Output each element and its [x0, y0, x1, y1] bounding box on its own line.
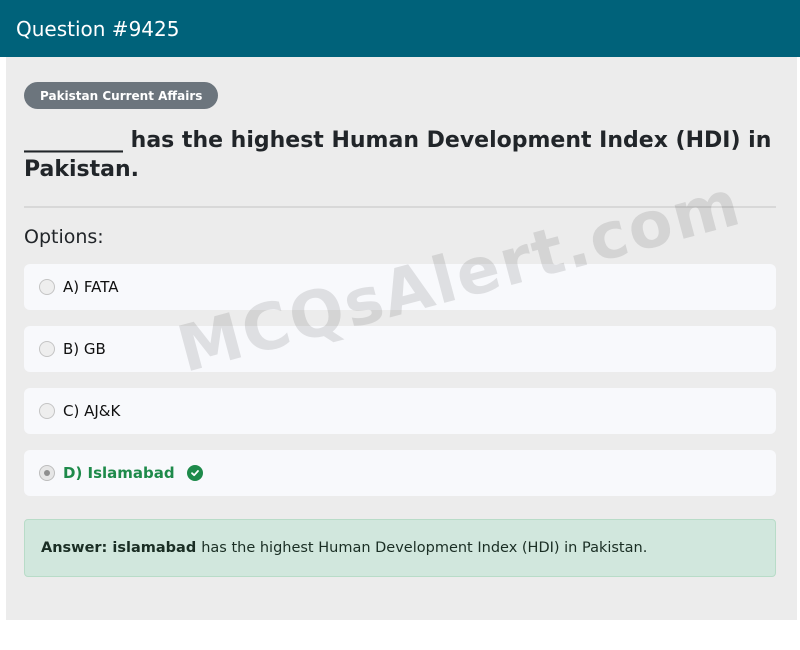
option-label: D) Islamabad	[63, 464, 175, 482]
option-a[interactable]: A) FATA	[24, 264, 776, 310]
answer-explanation: has the highest Human Development Index …	[201, 540, 648, 556]
question-text: _________ has the highest Human Developm…	[24, 128, 772, 182]
check-circle-icon	[186, 465, 203, 481]
category-badge[interactable]: Pakistan Current Affairs	[24, 82, 219, 109]
option-label: B) GB	[63, 340, 106, 358]
radio-selected-icon[interactable]	[39, 465, 55, 481]
radio-icon[interactable]	[39, 279, 55, 295]
answer-prefix: Answer: islamabad	[41, 540, 197, 556]
options-label: Options:	[24, 226, 104, 248]
answer-box: Answer: islamabad has the highest Human …	[24, 519, 776, 577]
option-label: C) AJ&K	[63, 402, 121, 420]
radio-icon[interactable]	[39, 403, 55, 419]
option-label: A) FATA	[63, 278, 119, 296]
question-header: Question #9425	[0, 0, 800, 57]
radio-icon[interactable]	[39, 341, 55, 357]
option-b[interactable]: B) GB	[24, 326, 776, 372]
divider	[24, 206, 776, 208]
question-title: Question #9425	[16, 16, 180, 41]
option-c[interactable]: C) AJ&K	[24, 388, 776, 434]
option-d[interactable]: D) Islamabad	[24, 450, 776, 496]
